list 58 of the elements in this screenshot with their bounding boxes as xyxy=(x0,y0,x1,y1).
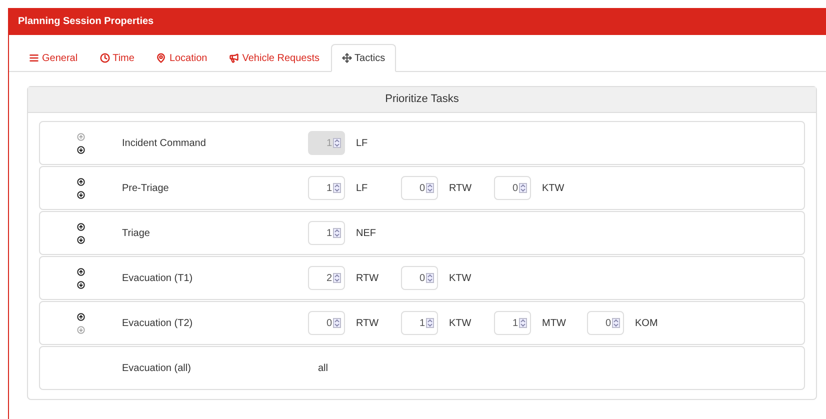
move-down-icon[interactable] xyxy=(77,280,85,288)
number-field[interactable]: 0 xyxy=(587,311,624,335)
unit-label: KTW xyxy=(449,316,472,330)
task-label: Evacuation (T2) xyxy=(122,316,194,330)
unit-label: RTW xyxy=(356,272,379,286)
task-label: Evacuation (all) xyxy=(122,362,192,376)
unit-label: KTW xyxy=(542,182,564,196)
stepper-icon[interactable] xyxy=(426,273,434,283)
panel-title: Prioritize Tasks xyxy=(385,92,459,108)
unit-label: LF xyxy=(356,136,368,150)
stepper-icon[interactable] xyxy=(519,183,527,193)
move-up-icon[interactable] xyxy=(77,178,85,186)
number-field[interactable]: 1 xyxy=(308,221,345,245)
task-label: Evacuation (T1) xyxy=(122,272,194,286)
move-up-icon[interactable] xyxy=(77,222,85,230)
tab[interactable]: Time xyxy=(88,44,146,72)
stepper-icon[interactable] xyxy=(612,318,620,328)
tab[interactable]: Location xyxy=(145,44,218,72)
task-label: Incident Command xyxy=(122,136,207,150)
number-field[interactable]: 0 xyxy=(494,176,531,200)
tab[interactable]: General xyxy=(18,44,89,72)
unit-label: MTW xyxy=(542,316,566,330)
unit-label: RTW xyxy=(356,316,379,330)
number-field[interactable]: 1 xyxy=(401,311,438,335)
pin-icon xyxy=(156,53,166,63)
task-label: Triage xyxy=(122,226,151,240)
number-field[interactable]: 1 xyxy=(308,176,345,200)
tab[interactable]: Tactics xyxy=(330,44,396,72)
move-down-icon[interactable] xyxy=(77,146,85,154)
unit-label: NEF xyxy=(356,226,376,240)
unit-label: RTW xyxy=(449,182,472,196)
move-up-icon[interactable] xyxy=(77,268,85,276)
window-title: Planning Session Properties xyxy=(18,15,154,29)
unit-label: KTW xyxy=(449,272,472,286)
move-up-icon[interactable] xyxy=(77,312,85,320)
number-field[interactable]: 1 xyxy=(494,311,531,335)
stepper-icon[interactable] xyxy=(519,318,527,328)
move-icon xyxy=(342,53,352,63)
number-field[interactable]: 0 xyxy=(308,311,345,335)
megaphone-icon xyxy=(229,53,240,63)
stepper-icon[interactable] xyxy=(426,318,434,328)
stepper-icon[interactable] xyxy=(333,273,341,283)
list-icon xyxy=(29,53,39,63)
number-field[interactable]: 0 xyxy=(401,266,438,290)
unit-label: LF xyxy=(356,182,368,196)
stepper-icon[interactable] xyxy=(333,318,341,328)
number-field[interactable]: 2 xyxy=(308,266,345,290)
move-down-icon[interactable] xyxy=(77,190,85,198)
stepper-icon[interactable] xyxy=(333,183,341,193)
stepper-icon[interactable] xyxy=(333,228,341,238)
stepper-icon[interactable] xyxy=(426,183,434,193)
tab[interactable]: Vehicle Requests xyxy=(218,44,331,72)
number-field[interactable]: 0 xyxy=(401,176,438,200)
task-label: Pre-Triage xyxy=(122,182,170,196)
value-text: all xyxy=(318,362,328,376)
clock-icon xyxy=(100,53,110,63)
move-down-icon[interactable] xyxy=(77,236,85,244)
unit-label: KOM xyxy=(635,316,658,330)
